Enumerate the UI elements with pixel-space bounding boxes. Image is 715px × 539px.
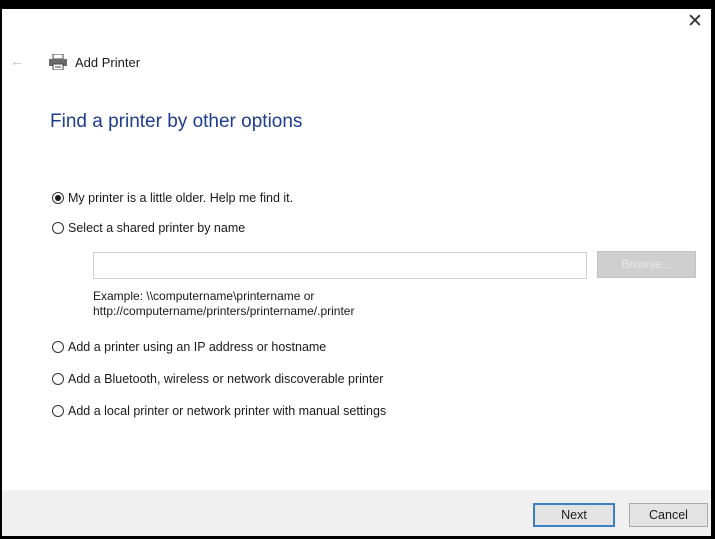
option-label: Add a Bluetooth, wireless or network dis… — [68, 372, 384, 386]
close-icon[interactable]: ✕ — [684, 11, 706, 33]
option-older-printer[interactable]: My printer is a little older. Help me fi… — [52, 191, 293, 205]
next-button[interactable]: Next — [533, 503, 615, 527]
option-bluetooth-wireless[interactable]: Add a Bluetooth, wireless or network dis… — [52, 372, 383, 386]
browse-button[interactable]: Browse... — [597, 251, 696, 278]
radio-ip-address[interactable] — [52, 341, 64, 353]
window-title: Add Printer — [75, 55, 141, 70]
option-label: My printer is a little older. Help me fi… — [68, 191, 294, 205]
option-shared-printer[interactable]: Select a shared printer by name — [52, 221, 245, 235]
shared-printer-name-input[interactable] — [93, 252, 587, 279]
radio-local-printer[interactable] — [52, 405, 64, 417]
option-local-printer[interactable]: Add a local printer or network printer w… — [52, 404, 386, 418]
option-label: Select a shared printer by name — [68, 221, 246, 235]
example-line-2: http://computername/printers/printername… — [93, 304, 355, 318]
page-title: Find a printer by other options — [50, 111, 303, 132]
cancel-button[interactable]: Cancel — [629, 503, 708, 527]
option-ip-address[interactable]: Add a printer using an IP address or hos… — [52, 340, 326, 354]
radio-shared-printer[interactable] — [52, 222, 64, 234]
option-label: Add a printer using an IP address or hos… — [68, 340, 327, 354]
example-line-1: Example: \\computername\printername or — [93, 289, 315, 303]
radio-older-printer[interactable] — [52, 192, 64, 204]
option-label: Add a local printer or network printer w… — [68, 404, 387, 418]
radio-bluetooth-wireless[interactable] — [52, 373, 64, 385]
back-arrow-icon[interactable]: ← — [10, 51, 30, 71]
example-text: Example: \\computername\printername or h… — [93, 289, 354, 319]
printer-icon — [49, 54, 67, 70]
